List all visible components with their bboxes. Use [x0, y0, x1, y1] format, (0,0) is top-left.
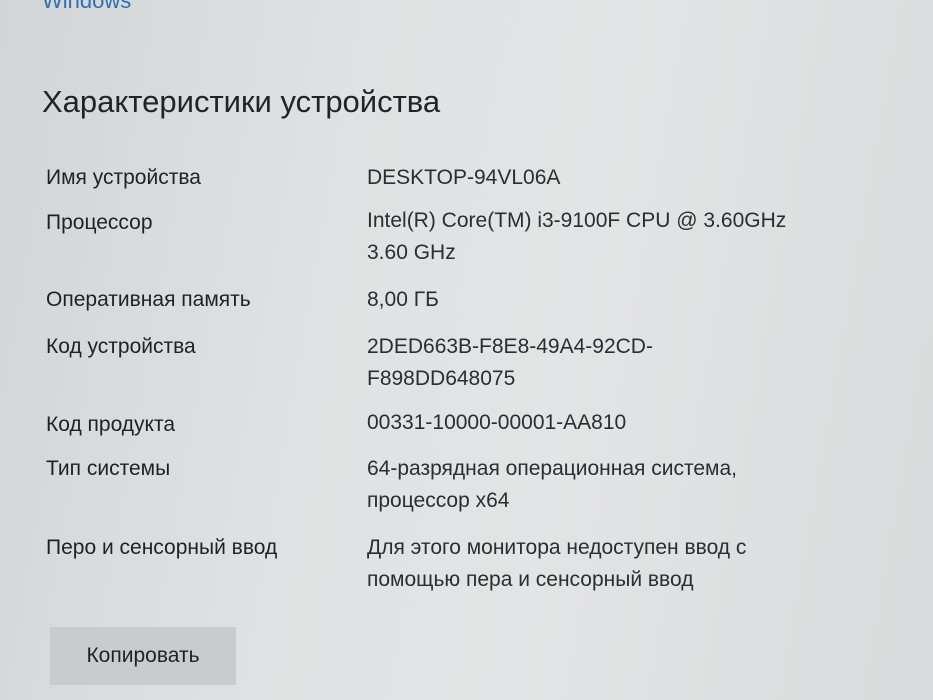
spec-label: Код устройства	[46, 335, 196, 358]
spec-value-line: 00331-10000-00001-AA810	[367, 411, 627, 434]
section-title: Характеристики устройства	[42, 84, 441, 119]
windows-link[interactable]: Windows	[42, 0, 131, 14]
spec-label: Тип системы	[46, 457, 171, 480]
spec-value-line: F898DD648075	[367, 367, 516, 390]
spec-value[interactable]: 2DED663B-F8E8-49A4-92CD- F898DD648075	[367, 331, 847, 395]
copy-button[interactable]: Копировать	[50, 627, 236, 685]
spec-value[interactable]: 8,00 ГБ	[367, 284, 847, 316]
spec-value[interactable]: 00331-10000-00001-AA810	[367, 407, 847, 439]
spec-value[interactable]: Для этого монитора недоступен ввод с пом…	[367, 532, 847, 596]
spec-label: Код продукта	[46, 413, 176, 436]
spec-value-line: Intel(R) Core(TM) i3-9100F CPU @ 3.60GHz	[367, 209, 787, 232]
spec-value-line: 2DED663B-F8E8-49A4-92CD-	[367, 335, 653, 358]
spec-value-line: 3.60 GHz	[367, 241, 456, 264]
spec-value-line: процессор x64	[367, 489, 510, 512]
spec-value[interactable]: Intel(R) Core(TM) i3-9100F CPU @ 3.60GHz…	[367, 205, 847, 269]
spec-label: Имя устройства	[46, 166, 201, 189]
spec-value-line: Для этого монитора недоступен ввод с	[367, 536, 747, 559]
spec-value[interactable]: 64-разрядная операционная система, проце…	[367, 453, 847, 517]
settings-screen: Windows Характеристики устройства Имя ус…	[0, 0, 933, 700]
spec-value-line: помощью пера и сенсорный ввод	[367, 568, 694, 591]
spec-label: Оперативная память	[46, 288, 251, 311]
spec-value[interactable]: DESKTOP-94VL06A	[367, 162, 847, 194]
spec-value-line: DESKTOP-94VL06A	[367, 166, 561, 189]
spec-value-line: 64-разрядная операционная система,	[367, 457, 738, 480]
spec-label: Процессор	[46, 211, 153, 234]
spec-label: Перо и сенсорный ввод	[46, 536, 278, 559]
spec-value-line: 8,00 ГБ	[367, 288, 439, 311]
